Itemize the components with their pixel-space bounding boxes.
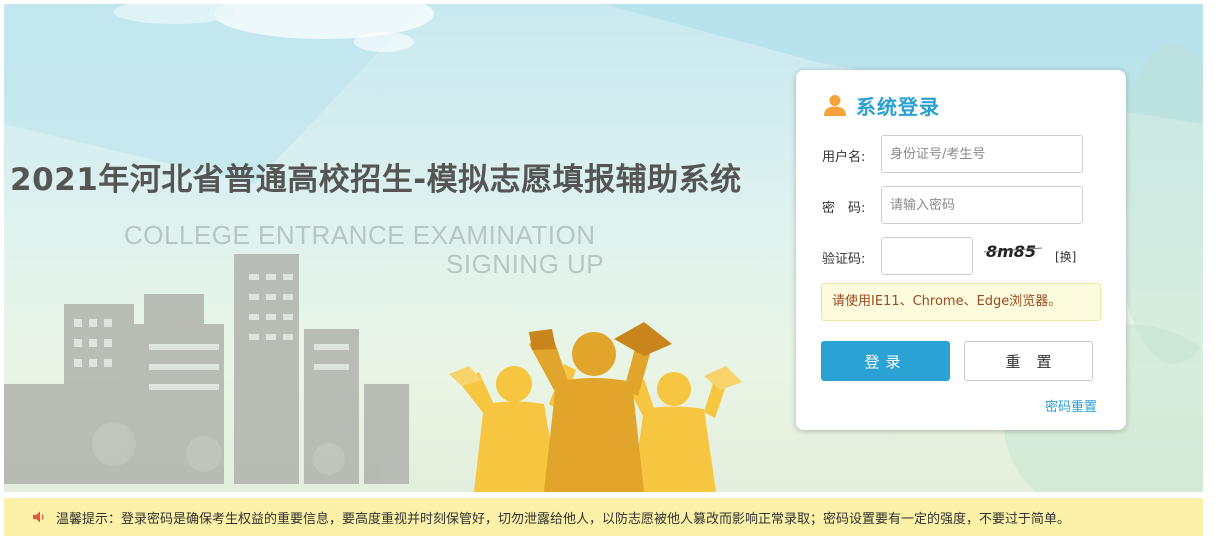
password-reset-link[interactable]: 密码重置 [1045, 396, 1097, 415]
user-icon [824, 95, 846, 116]
speaker-icon [33, 511, 44, 523]
browser-notice: 请使用IE11、Chrome、Edge浏览器。 [821, 283, 1101, 321]
login-button[interactable]: 登录 [821, 341, 950, 381]
tips-bar: 温馨提示： 登录密码是确保考生权益的重要信息，要高度重视并时刻保管好，切勿泄露给… [4, 498, 1203, 536]
reset-button[interactable]: 重置 [964, 341, 1093, 381]
graduates-celebrating-icon [449, 322, 742, 492]
captcha-label: 验证码: [822, 252, 866, 267]
banner-subtitle-line2: SIGNING UP [446, 249, 605, 279]
username-label: 用户名: [822, 150, 866, 165]
page-title: 2021年河北省普通高校招生-模拟志愿填报辅助系统 [10, 162, 742, 198]
tips-label: 温馨提示： [56, 511, 122, 527]
login-title: 系统登录 [856, 94, 940, 119]
captcha-image[interactable]: 8m85 [984, 240, 1044, 262]
captcha-refresh-link[interactable]: [换] [1055, 248, 1076, 265]
password-input[interactable] [881, 186, 1083, 224]
banner-subtitle-line1: COLLEGE ENTRANCE EXAMINATION [124, 220, 596, 250]
login-panel: 系统登录 用户名: 密 码: 验证码: 8m85 [换] 请使用IE11、Chr… [796, 70, 1126, 430]
tips-text: 登录密码是确保考生权益的重要信息，要高度重视并时刻保管好，切勿泄露给他人，以防志… [121, 511, 1071, 527]
captcha-input[interactable] [881, 237, 973, 275]
password-label: 密 码: [822, 201, 866, 216]
username-input[interactable] [881, 135, 1083, 173]
login-header: 系统登录 [824, 90, 940, 120]
